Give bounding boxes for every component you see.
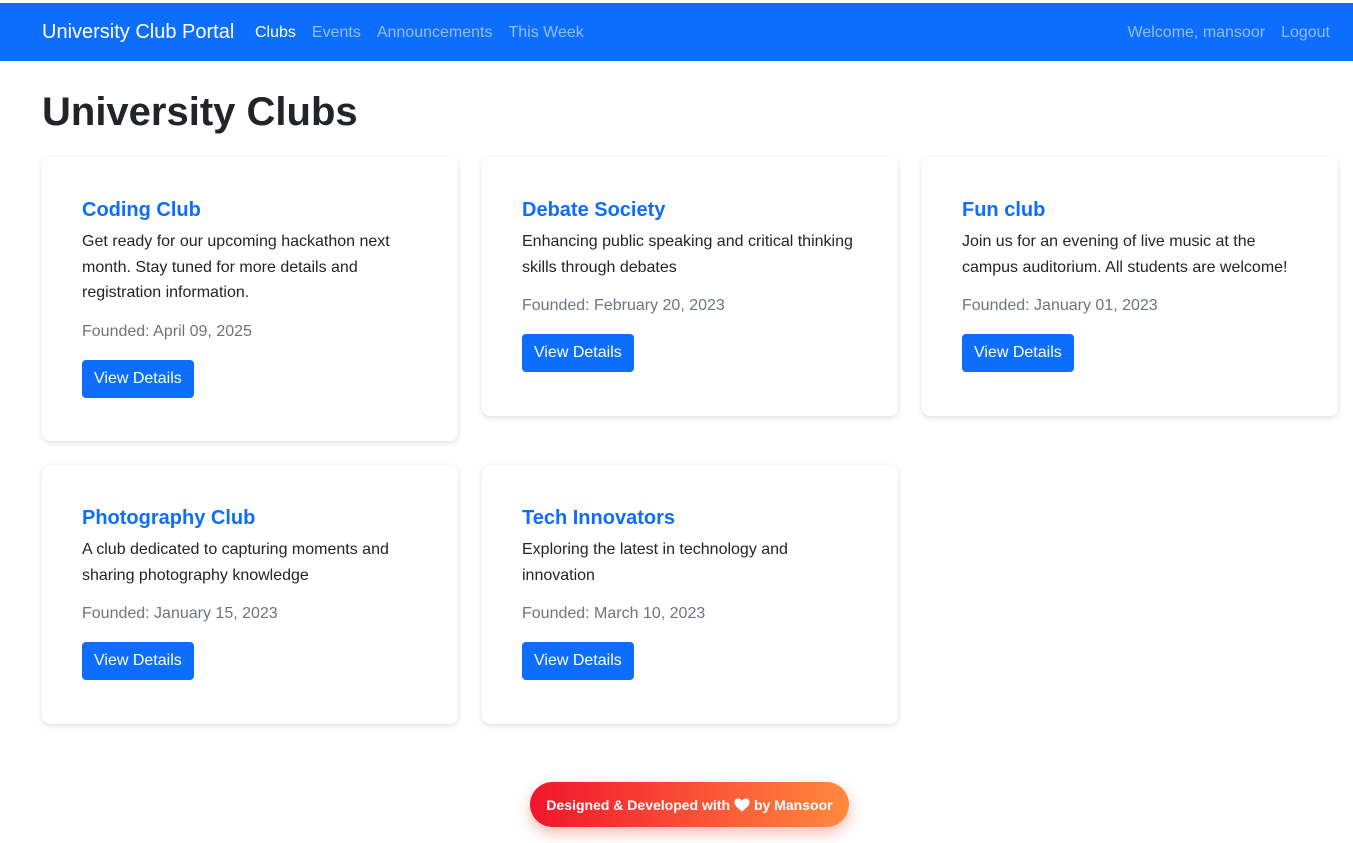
club-name: Tech Innovators <box>522 507 675 529</box>
club-card-debate: Debate Society Enhancing public speaking… <box>482 157 898 416</box>
club-description: Join us for an evening of live music at … <box>962 233 1288 276</box>
club-name: Photography Club <box>82 507 256 529</box>
brand-link[interactable]: University Club Portal <box>42 20 234 44</box>
club-card-coding: Coding Club Get ready for our upcoming h… <box>42 157 458 441</box>
nav-link-this-week[interactable]: This Week <box>508 23 583 43</box>
nav-link-events[interactable]: Events <box>312 23 361 43</box>
nav-link-clubs[interactable]: Clubs <box>255 23 296 43</box>
club-founded-date: Founded: March 10, 2023 <box>522 605 706 622</box>
club-founded-date: Founded: January 01, 2023 <box>962 297 1158 314</box>
nav-links: Clubs Events Announcements This Week <box>255 23 600 43</box>
footer-text-after: by Mansoor <box>754 796 833 813</box>
club-name: Debate Society <box>522 199 666 221</box>
club-name: Coding Club <box>82 199 201 221</box>
club-description: Exploring the latest in technology and i… <box>522 541 788 584</box>
heart-icon <box>734 798 750 811</box>
club-name: Fun club <box>962 199 1046 221</box>
club-card-fun: Fun club Join us for an evening of live … <box>922 157 1338 416</box>
view-details-button[interactable]: View Details <box>522 334 634 372</box>
club-founded-date: Founded: April 09, 2025 <box>82 322 252 340</box>
club-founded-date: Founded: January 15, 2023 <box>82 605 278 622</box>
club-description: Enhancing public speaking and critical t… <box>522 233 853 276</box>
club-description: Get ready for our upcoming hackathon nex… <box>82 233 390 301</box>
club-founded-date: Founded: February 20, 2023 <box>522 297 725 314</box>
view-details-button[interactable]: View Details <box>522 642 634 680</box>
club-card-photography: Photography Club A club dedicated to cap… <box>42 465 458 724</box>
nav-link-announcements[interactable]: Announcements <box>377 23 493 43</box>
view-details-button[interactable]: View Details <box>962 334 1074 372</box>
page-title: University Clubs <box>42 90 358 134</box>
footer-text-before: Designed & Developed with <box>546 796 730 813</box>
club-card-tech-innovators: Tech Innovators Exploring the latest in … <box>482 465 898 724</box>
footer-credit-badge: Designed & Developed with by Mansoor <box>530 782 849 827</box>
club-description: A club dedicated to capturing moments an… <box>82 541 389 584</box>
navbar: University Club Portal Clubs Events Anno… <box>0 3 1353 61</box>
nav-user-area: Welcome, mansoor Logout <box>1112 23 1330 43</box>
view-details-button[interactable]: View Details <box>82 359 194 398</box>
logout-link[interactable]: Logout <box>1281 23 1330 43</box>
view-details-button[interactable]: View Details <box>82 642 194 680</box>
welcome-text: Welcome, mansoor <box>1127 24 1266 41</box>
